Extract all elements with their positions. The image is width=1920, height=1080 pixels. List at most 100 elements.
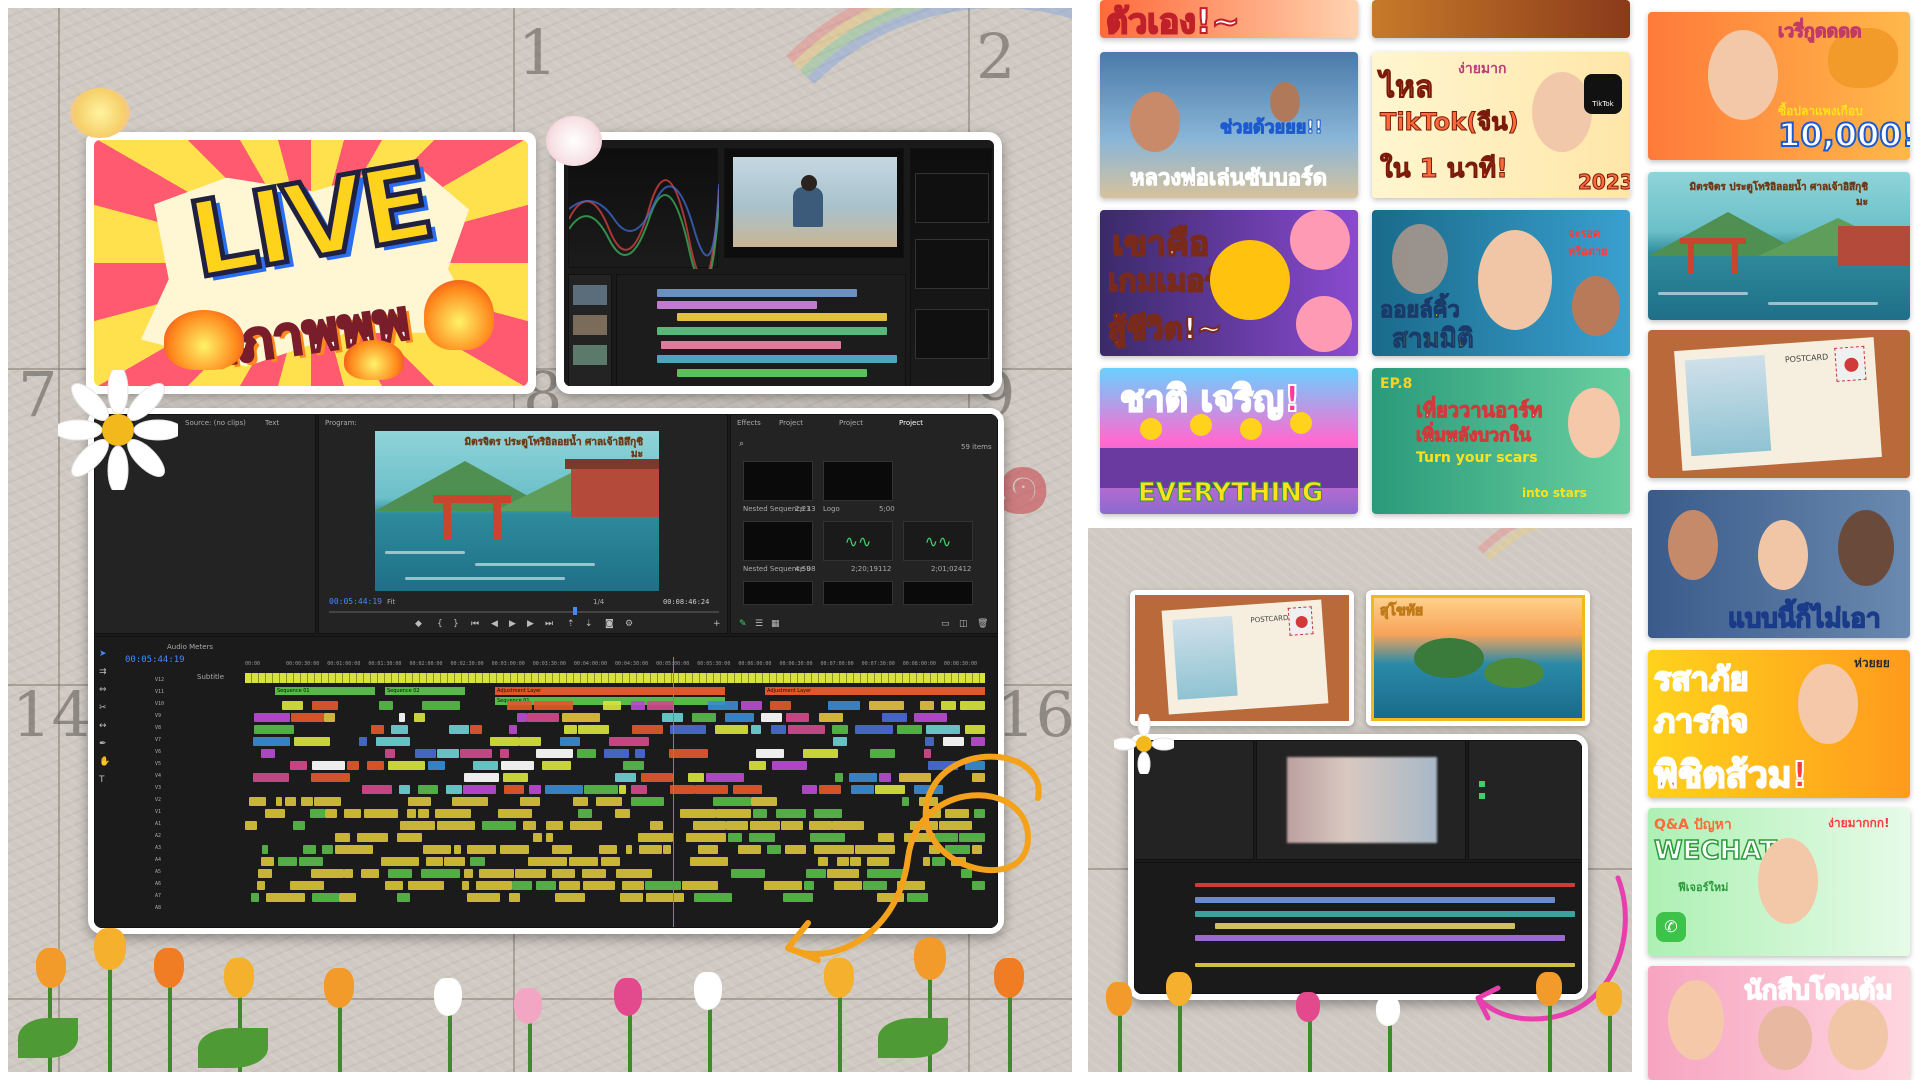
track-label[interactable]: V3: [155, 785, 161, 791]
timeline-clip[interactable]: [603, 749, 630, 758]
timeline-clip[interactable]: [517, 713, 527, 722]
timeline-clip[interactable]: [693, 893, 733, 902]
timeline-clip[interactable]: [760, 713, 783, 722]
selection-tool-icon[interactable]: ➤: [99, 649, 107, 659]
timeline-clip[interactable]: Adjustment Layer: [765, 687, 985, 695]
track-label[interactable]: V5: [155, 761, 161, 767]
playhead-bar[interactable]: [329, 611, 719, 613]
video-thumbnail[interactable]: มิตรจิตร ประตูโทริอิลอยน้ำ ศาลเจ้าอิสึกุ…: [1648, 172, 1910, 320]
timeline-clip[interactable]: [282, 701, 304, 710]
project-tab[interactable]: Project: [839, 419, 863, 427]
timeline-clip[interactable]: [581, 869, 606, 878]
timeline-clip[interactable]: [787, 725, 826, 734]
timeline-clip[interactable]: [499, 845, 530, 854]
timeline-clip[interactable]: [397, 833, 422, 842]
timeline-clip[interactable]: Sequence 01: [275, 687, 375, 695]
timeline-clip[interactable]: [260, 749, 276, 758]
timeline-clip[interactable]: [615, 773, 637, 782]
timeline-clip[interactable]: [398, 713, 406, 722]
timeline-clip[interactable]: [638, 845, 662, 854]
video-thumbnail[interactable]: POSTCARD: [1648, 330, 1910, 478]
bin-clip-thumb[interactable]: [823, 461, 893, 501]
timeline-clip[interactable]: [324, 809, 337, 818]
timeline-clip[interactable]: [681, 881, 718, 890]
new-bin-icon[interactable]: ▭: [941, 619, 950, 629]
timeline-clip[interactable]: [449, 725, 470, 734]
video-thumbnail[interactable]: ไหล ง่ายมาก TikTok(จีน) ใน 1 นาที! TikTo…: [1372, 52, 1630, 198]
type-tool-icon[interactable]: T: [99, 775, 105, 785]
timeline-clip[interactable]: [443, 857, 465, 866]
postcard-thumbnail[interactable]: POSTCARD: [1130, 590, 1354, 726]
timeline-clip[interactable]: [459, 749, 493, 758]
track-label[interactable]: V1: [155, 809, 161, 815]
timeline-clip[interactable]: [278, 857, 297, 866]
time-ruler[interactable]: 00:00 00:00:30:00 00:01:00:00 00:01:30:00 00…: [245, 661, 985, 671]
timeline-clip[interactable]: [558, 881, 581, 890]
timeline-clip[interactable]: [251, 893, 260, 902]
timeline-clip[interactable]: [882, 713, 907, 722]
effects-tab[interactable]: Effects: [737, 419, 761, 427]
timeline-clip[interactable]: [697, 845, 718, 854]
timeline-clip[interactable]: [418, 809, 430, 818]
video-thumbnail[interactable]: นักสืบโดนต้ม: [1648, 966, 1910, 1080]
in-point-icon[interactable]: {: [437, 619, 443, 629]
timeline-clip[interactable]: [446, 785, 463, 794]
track-label[interactable]: V12: [155, 677, 164, 683]
timeline-clip[interactable]: [669, 725, 706, 734]
timeline-clip[interactable]: [299, 857, 324, 866]
timeline-clip[interactable]: [725, 821, 749, 830]
search-icon[interactable]: ⌕: [739, 439, 744, 449]
timeline-clip[interactable]: [356, 833, 388, 842]
timeline-clip[interactable]: Adjustment Layer: [495, 687, 725, 695]
timeline-clip[interactable]: [695, 785, 728, 794]
checkbox[interactable]: [1479, 781, 1485, 787]
bin-clip-thumb[interactable]: [743, 461, 813, 501]
video-thumbnail[interactable]: EP.8 เที่ยววานอาร์ท เพิ่มพลังบวกใน Turn …: [1372, 368, 1630, 514]
razor-tool-icon[interactable]: ✂: [99, 703, 107, 713]
timeline-clip[interactable]: [344, 869, 353, 878]
resolution-dropdown[interactable]: 1/4: [593, 598, 604, 606]
timeline-clip[interactable]: [716, 809, 752, 818]
timeline-clip[interactable]: [725, 713, 754, 722]
track-label[interactable]: A8: [155, 905, 161, 911]
timeline-clip[interactable]: [388, 869, 412, 878]
timeline-clip[interactable]: [384, 881, 404, 890]
timeline-clip[interactable]: [481, 821, 517, 830]
forward-frame-icon[interactable]: ▶: [527, 619, 534, 629]
timeline-clip[interactable]: [578, 725, 610, 734]
timeline-clip[interactable]: [688, 773, 704, 782]
bin-clip-thumb[interactable]: [823, 581, 893, 605]
marker-icon[interactable]: ◆: [415, 619, 422, 629]
timeline-clip[interactable]: [551, 845, 573, 854]
timeline-clip[interactable]: [324, 713, 336, 722]
timeline-clip[interactable]: [300, 797, 314, 806]
timeline-clip[interactable]: [504, 785, 525, 794]
timeline-clip[interactable]: [832, 725, 848, 734]
timeline-clip[interactable]: [662, 845, 671, 854]
timeline-clip[interactable]: [896, 725, 922, 734]
timeline-clip[interactable]: [692, 713, 717, 722]
timeline-clip[interactable]: [472, 761, 498, 770]
text-tab[interactable]: Text: [265, 419, 279, 427]
timeline-clip[interactable]: [399, 785, 410, 794]
track-label[interactable]: V2: [155, 797, 161, 803]
timeline-clip[interactable]: [535, 749, 573, 758]
timeline-clip[interactable]: [630, 797, 665, 806]
project-tab[interactable]: Project: [779, 419, 803, 427]
extract-icon[interactable]: ⇣: [585, 619, 593, 629]
hand-tool-icon[interactable]: ✋: [99, 757, 110, 767]
video-thumbnail[interactable]: Q&A ปัญหา WECHAT ง่ายมากกก! ฟีเจอร์ใหม่ …: [1648, 808, 1910, 956]
timeline-clip[interactable]: [436, 821, 475, 830]
timeline-clip[interactable]: [732, 785, 762, 794]
timeline-clip[interactable]: [371, 725, 384, 734]
timeline-clip[interactable]: [752, 809, 767, 818]
out-point-icon[interactable]: }: [453, 619, 459, 629]
timeline-clip[interactable]: [528, 785, 541, 794]
timeline-clip[interactable]: [512, 881, 532, 890]
timeline-clip[interactable]: [578, 809, 593, 818]
timeline-clip[interactable]: [414, 749, 437, 758]
timeline-clip[interactable]: [599, 845, 617, 854]
timeline-clip[interactable]: [645, 881, 681, 890]
timeline-clip[interactable]: [770, 701, 792, 710]
track-label[interactable]: A4: [155, 857, 161, 863]
